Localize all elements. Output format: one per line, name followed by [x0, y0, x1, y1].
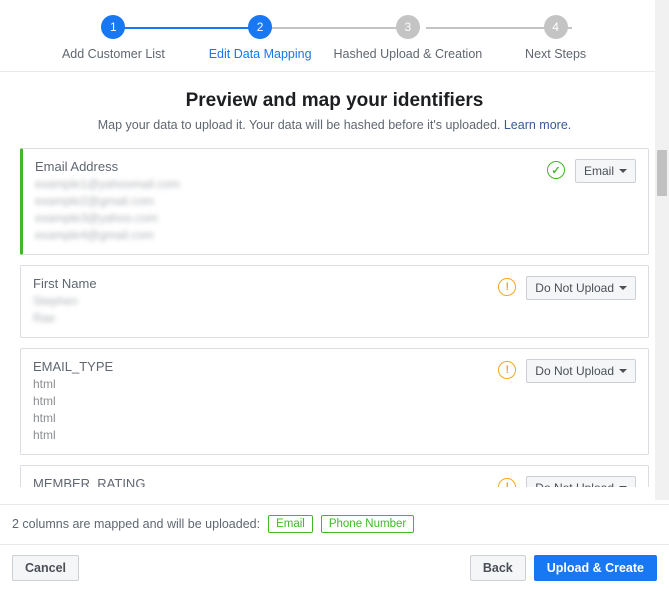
page-subtitle: Map your data to upload it. Your data wi… [0, 118, 669, 132]
step-circle-4: 4 [544, 15, 568, 39]
dropdown-label: Do Not Upload [535, 364, 614, 378]
mapping-cards: Email Address example1@yahoomail.com exa… [0, 138, 669, 487]
step-label-3: Hashed Upload & Creation [334, 47, 483, 61]
dropdown-label: Do Not Upload [535, 481, 614, 487]
content-area: Preview and map your identifiers Map you… [0, 72, 669, 487]
back-button[interactable]: Back [470, 555, 526, 581]
chevron-down-icon [619, 169, 627, 173]
warning-icon: ! [498, 361, 516, 379]
upload-create-button[interactable]: Upload & Create [534, 555, 657, 581]
card-left: Email Address example1@yahoomail.com exa… [35, 159, 547, 244]
learn-more-link[interactable]: Learn more. [504, 118, 571, 132]
card-left: MEMBER_RATING 2 2 2 [33, 476, 498, 487]
card-title: Email Address [35, 159, 547, 174]
mapping-dropdown[interactable]: Do Not Upload [526, 359, 636, 383]
chevron-down-icon [619, 369, 627, 373]
stepper: 1 Add Customer List 2 Edit Data Mapping … [0, 0, 669, 72]
step-label-1: Add Customer List [62, 47, 165, 61]
subtitle-text: Map your data to upload it. Your data wi… [98, 118, 504, 132]
card-left: First Name Stephen Rae [33, 276, 498, 327]
data-row: html [33, 410, 498, 427]
data-row: example3@yahoo.com [35, 210, 547, 227]
heading: Preview and map your identifiers Map you… [0, 72, 669, 138]
card-data: example1@yahoomail.com example2@gmail.co… [35, 176, 547, 244]
step-4[interactable]: 4 Next Steps [482, 15, 629, 61]
dropdown-label: Do Not Upload [535, 281, 614, 295]
summary-chip-email: Email [268, 515, 313, 533]
dropdown-label: Email [584, 164, 614, 178]
card-right: ! Do Not Upload [498, 476, 636, 487]
mapping-dropdown[interactable]: Do Not Upload [526, 276, 636, 300]
data-row: Rae [33, 310, 498, 327]
card-title: First Name [33, 276, 498, 291]
mapping-card-first-name: First Name Stephen Rae ! Do Not Upload [20, 265, 649, 338]
step-3[interactable]: 3 Hashed Upload & Creation [334, 15, 483, 61]
chevron-down-icon [619, 486, 627, 487]
card-data: Stephen Rae [33, 293, 498, 327]
step-2[interactable]: 2 Edit Data Mapping [187, 15, 334, 61]
page-title: Preview and map your identifiers [0, 90, 669, 112]
scrollbar-thumb[interactable] [657, 150, 667, 196]
warning-icon: ! [498, 278, 516, 296]
card-left: EMAIL_TYPE html html html html [33, 359, 498, 444]
data-row: html [33, 427, 498, 444]
data-row: example1@yahoomail.com [35, 176, 547, 193]
card-data: html html html html [33, 376, 498, 444]
step-1[interactable]: 1 Add Customer List [40, 15, 187, 61]
step-circle-1: 1 [101, 15, 125, 39]
scrollbar-track[interactable] [655, 0, 669, 500]
data-row: html [33, 376, 498, 393]
mapping-card-email-address: Email Address example1@yahoomail.com exa… [20, 148, 649, 255]
step-label-4: Next Steps [525, 47, 586, 61]
step-circle-3: 3 [396, 15, 420, 39]
mapping-dropdown[interactable]: Do Not Upload [526, 476, 636, 487]
summary-bar: 2 columns are mapped and will be uploade… [0, 504, 669, 543]
mapping-card-email-type: EMAIL_TYPE html html html html ! Do Not … [20, 348, 649, 455]
mapping-dropdown[interactable]: Email [575, 159, 636, 183]
cancel-button[interactable]: Cancel [12, 555, 79, 581]
card-title: EMAIL_TYPE [33, 359, 498, 374]
card-right: ✓ Email [547, 159, 636, 244]
summary-chip-phone: Phone Number [321, 515, 414, 533]
data-row: example4@gmail.com [35, 227, 547, 244]
summary-text: 2 columns are mapped and will be uploade… [12, 517, 260, 531]
data-row: Stephen [33, 293, 498, 310]
chevron-down-icon [619, 286, 627, 290]
card-title: MEMBER_RATING [33, 476, 498, 487]
mapping-card-member-rating: MEMBER_RATING 2 2 2 ! Do Not Upload [20, 465, 649, 487]
check-icon: ✓ [547, 161, 565, 179]
data-row: example2@gmail.com [35, 193, 547, 210]
card-right: ! Do Not Upload [498, 276, 636, 327]
card-right: ! Do Not Upload [498, 359, 636, 444]
footer-right: Back Upload & Create [470, 555, 657, 581]
step-circle-2: 2 [248, 15, 272, 39]
footer: Cancel Back Upload & Create [0, 544, 669, 591]
step-label-2: Edit Data Mapping [209, 47, 312, 61]
data-row: html [33, 393, 498, 410]
warning-icon: ! [498, 478, 516, 487]
